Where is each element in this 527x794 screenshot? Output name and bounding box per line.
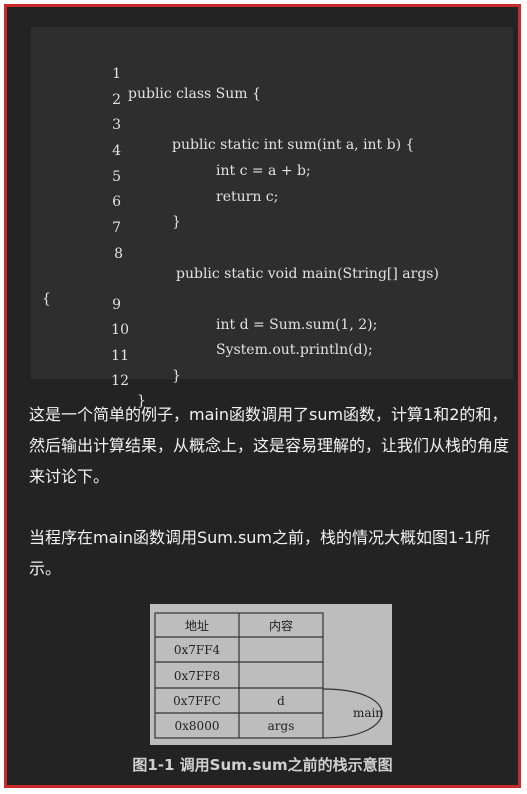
code-line: 7 bbox=[31, 198, 121, 236]
line-number: 7 bbox=[112, 220, 121, 236]
line-number: 11 bbox=[111, 348, 129, 364]
address-cell: 0x7FF8 bbox=[174, 669, 220, 683]
code-line: 8 public static void main(String[] args) bbox=[31, 224, 439, 282]
code-line: 2 bbox=[31, 70, 121, 108]
line-number: 9 bbox=[112, 297, 121, 313]
content-cell: args bbox=[268, 719, 295, 733]
code-text: int c = a + b; bbox=[216, 163, 311, 179]
line-number: 2 bbox=[112, 92, 121, 108]
content-cell: d bbox=[277, 694, 285, 708]
code-line: 3 public static int sum(int a, int b) { bbox=[31, 95, 414, 153]
line-number: 3 bbox=[112, 117, 121, 133]
code-line: 1 public class Sum { bbox=[31, 44, 261, 102]
code-line: 9 int d = Sum.sum(1, 2); bbox=[31, 275, 377, 333]
line-number: 1 bbox=[112, 66, 121, 82]
code-line: 4 int c = a + b; bbox=[31, 121, 311, 179]
line-number: 5 bbox=[112, 169, 121, 185]
code-text: int d = Sum.sum(1, 2); bbox=[216, 317, 378, 333]
stack-diagram: 地址 内容 0x7FF4 0x7FF8 0x7FFC d 0x8000 args… bbox=[154, 612, 383, 739]
figure-caption: 图1-1 调用Sum.sum之前的栈示意图 bbox=[132, 756, 393, 774]
code-line: 12 } bbox=[31, 351, 146, 409]
line-number: 4 bbox=[112, 143, 121, 159]
code-text: } bbox=[172, 214, 181, 230]
line-number: 10 bbox=[111, 322, 129, 338]
code-text: System.out.println(d); bbox=[216, 342, 373, 358]
stack-figure: 地址 内容 0x7FF4 0x7FF8 0x7FFC d 0x8000 args… bbox=[150, 604, 392, 745]
address-cell: 0x7FF4 bbox=[174, 643, 221, 657]
code-text: public static void main(String[] args) bbox=[176, 266, 439, 282]
main-label: main bbox=[353, 706, 383, 720]
code-line: 6 } bbox=[31, 172, 181, 230]
code-block: 1 public class Sum { 2 3 public static i… bbox=[31, 27, 513, 409]
line-number: 12 bbox=[111, 373, 129, 389]
line-number: 6 bbox=[112, 194, 121, 210]
code-text: public class Sum { bbox=[128, 86, 261, 102]
line-number: 8 bbox=[114, 246, 123, 262]
code-text: public static int sum(int a, int b) { bbox=[172, 137, 415, 153]
article-frame: 1 public class Sum { 2 3 public static i… bbox=[4, 4, 521, 788]
address-cell: 0x8000 bbox=[175, 719, 220, 733]
code-line: 5 return c; bbox=[31, 147, 278, 205]
paragraph-stack: 当程序在main函数调用Sum.sum之前，栈的情况大概如图1-1所示。 bbox=[29, 528, 491, 578]
code-line: 10 System.out.println(d); bbox=[31, 300, 373, 358]
code-text: } bbox=[172, 368, 181, 384]
address-cell: 0x7FFC bbox=[173, 694, 221, 708]
paragraph-intro: 这是一个简单的例子，main函数调用了sum函数，计算1和2的和，然后输出计算结… bbox=[29, 405, 510, 486]
header-address: 地址 bbox=[185, 619, 209, 633]
header-content: 内容 bbox=[269, 618, 293, 633]
code-line: 11 } bbox=[31, 326, 181, 384]
code-text: return c; bbox=[216, 189, 279, 205]
code-line: { bbox=[31, 249, 58, 307]
